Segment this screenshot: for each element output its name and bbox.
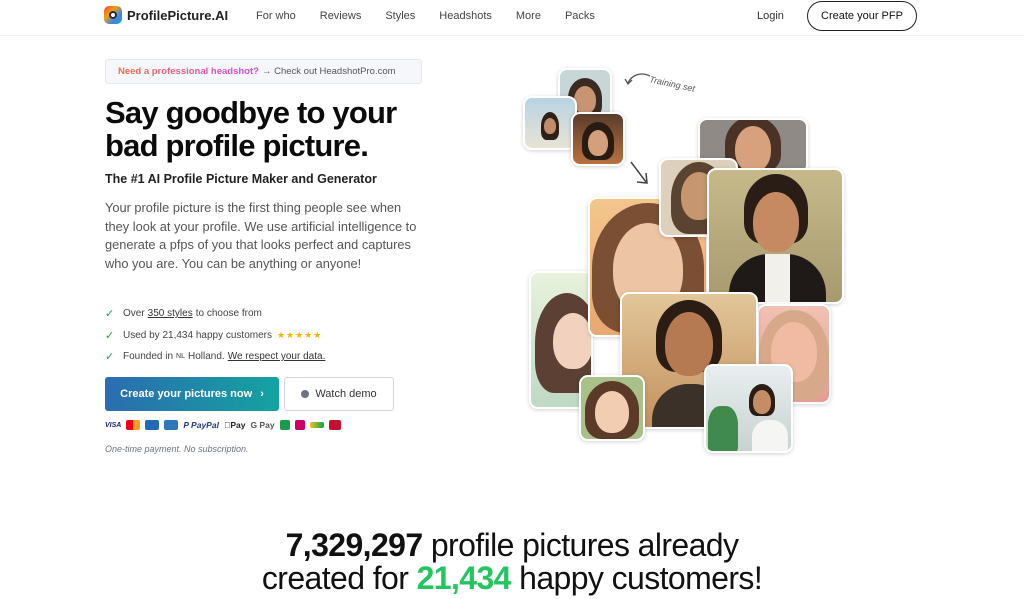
bank-icon-3	[309, 422, 324, 428]
hero-headline: Say goodbye to your bad profile picture.	[105, 95, 397, 163]
brand-name: ProfilePicture.AI	[127, 7, 229, 23]
play-icon	[301, 390, 310, 398]
training-photo	[523, 96, 577, 150]
main-nav: For who Reviews Styles Headshots More Pa…	[256, 10, 619, 22]
styles-link[interactable]: 350 styles	[148, 308, 193, 319]
create-pictures-button[interactable]: Create your pictures now ›	[105, 377, 279, 411]
hero-subheadline: The #1 AI Profile Picture Maker and Gene…	[105, 172, 377, 186]
create-pfp-button[interactable]: Create your PFP	[807, 1, 917, 31]
checklist-text: Holland.	[188, 351, 225, 363]
nav-item-for-who[interactable]: For who	[256, 10, 296, 22]
generated-photo	[707, 168, 844, 304]
camera-logo-icon	[104, 6, 122, 24]
netherlands-flag-icon: NL	[176, 353, 185, 361]
generated-photo	[704, 364, 793, 453]
site-header: ProfilePicture.AI For who Reviews Styles…	[0, 0, 1024, 36]
customers-count: 21,434	[416, 560, 512, 596]
watch-demo-label: Watch demo	[315, 388, 377, 400]
training-photo	[571, 112, 625, 166]
payment-methods: VISA P PayPal Pay G Pay	[105, 420, 341, 430]
bank-icon-1	[279, 420, 290, 430]
nav-item-styles[interactable]: Styles	[385, 10, 415, 22]
check-icon: ✓	[105, 329, 115, 342]
nav-item-more[interactable]: More	[516, 10, 541, 22]
announcement-banner[interactable]: Need a professional headshot? → Check ou…	[105, 59, 422, 84]
hero-description: Your profile picture is the first thing …	[105, 200, 417, 271]
visa-icon: VISA	[105, 421, 122, 429]
nav-item-reviews[interactable]: Reviews	[320, 10, 362, 22]
nav-item-headshots[interactable]: Headshots	[439, 10, 492, 22]
chevron-right-icon: ›	[260, 388, 264, 400]
mastercard-icon	[126, 420, 141, 430]
checklist-item-styles: ✓ Over 350 styles to choose from	[105, 303, 435, 325]
announcement-link[interactable]: → Check out HeadshotPro.com	[262, 66, 396, 77]
login-link[interactable]: Login	[757, 10, 784, 22]
checklist-text: Over	[123, 308, 145, 320]
amex-icon	[164, 420, 179, 430]
stats-section: 7,329,297 profile pictures already creat…	[0, 529, 1024, 595]
stats-line-1: 7,329,297 profile pictures already	[0, 529, 1024, 562]
checklist-text: Founded in	[123, 351, 174, 363]
checklist-item-founded: ✓ Founded in NL Holland. We respect your…	[105, 346, 435, 368]
check-icon: ✓	[105, 308, 115, 321]
bank-icon-4	[328, 420, 341, 430]
arrow-down-right-icon	[630, 161, 648, 184]
checklist-text: Used by 21,434 happy customers	[123, 329, 272, 341]
paypal-icon: P PayPal	[183, 420, 219, 430]
stats-line-2-suffix: happy customers!	[519, 560, 763, 596]
rating-stars-icon: ★★★★★	[276, 329, 323, 340]
feature-checklist: ✓ Over 350 styles to choose from ✓ Used …	[105, 303, 435, 368]
create-pictures-label: Create your pictures now	[120, 388, 253, 400]
bank-icon-2	[294, 420, 305, 430]
privacy-link[interactable]: We respect your data.	[228, 351, 326, 362]
watch-demo-button[interactable]: Watch demo	[284, 377, 394, 411]
maestro-icon	[145, 420, 160, 430]
announcement-strong: Need a professional headshot?	[118, 66, 259, 77]
stats-line-2-prefix: created for	[261, 560, 409, 596]
generated-photo	[579, 375, 645, 441]
check-icon: ✓	[105, 351, 115, 364]
brand-logo[interactable]: ProfilePicture.AI	[104, 6, 228, 24]
apple-pay-label: Pay	[223, 420, 245, 430]
checklist-item-customers: ✓ Used by 21,434 happy customers ★★★★★	[105, 325, 435, 347]
google-pay-icon: G Pay	[244, 420, 274, 430]
training-set-label: Training set	[648, 74, 696, 94]
payment-note: One-time payment. No subscription.	[105, 444, 249, 454]
pictures-count: 7,329,297	[285, 527, 424, 563]
apple-pay-icon: Pay	[224, 420, 246, 430]
nav-item-packs[interactable]: Packs	[565, 10, 595, 22]
stats-line-2: created for 21,434 happy customers!	[0, 562, 1024, 595]
checklist-text: to choose from	[195, 308, 262, 320]
stats-line-1-text: profile pictures already	[430, 527, 739, 563]
